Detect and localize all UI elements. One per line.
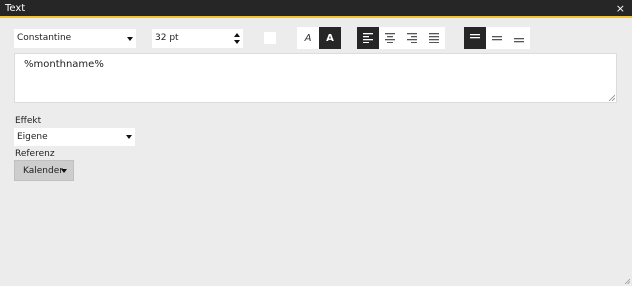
align-justify-icon xyxy=(429,33,439,43)
close-button[interactable]: × xyxy=(616,2,625,16)
font-style-group: A A xyxy=(297,27,341,49)
dialog-title: Text xyxy=(5,3,26,14)
bold-icon: A xyxy=(326,32,334,44)
referenz-button-label: Kalender xyxy=(23,166,63,176)
text-dialog: Text × Constantine 32 pt A A %monthname%… xyxy=(0,0,632,286)
font-family-value: Constantine xyxy=(17,33,72,43)
valign-top-button[interactable] xyxy=(464,27,486,49)
horizontal-align-group xyxy=(357,27,445,49)
align-right-icon xyxy=(407,33,417,43)
referenz-label: Referenz xyxy=(15,149,55,159)
valign-top-icon xyxy=(470,34,480,39)
align-center-button[interactable] xyxy=(379,27,401,49)
valign-middle-button[interactable] xyxy=(486,27,508,49)
text-color-swatch[interactable] xyxy=(264,32,276,44)
valign-middle-icon xyxy=(492,36,502,41)
font-size-stepper[interactable]: 32 pt xyxy=(152,29,243,48)
valign-bottom-button[interactable] xyxy=(508,27,530,49)
chevron-down-icon xyxy=(61,169,67,173)
chevron-down-icon xyxy=(127,37,133,41)
chevron-down-icon xyxy=(126,135,132,139)
font-family-select[interactable]: Constantine xyxy=(14,29,136,48)
font-size-value: 32 pt xyxy=(155,33,179,43)
text-content-input[interactable]: %monthname% xyxy=(14,53,617,103)
referenz-dropdown-button[interactable]: Kalender xyxy=(14,160,74,181)
bold-button[interactable]: A xyxy=(319,27,341,49)
title-bar: Text × xyxy=(0,0,632,18)
effekt-value: Eigene xyxy=(17,132,48,142)
effekt-select[interactable]: Eigene xyxy=(14,128,135,146)
italic-icon: A xyxy=(304,32,312,44)
resize-grip-icon[interactable] xyxy=(608,94,615,101)
valign-bottom-icon xyxy=(514,38,524,43)
italic-button[interactable]: A xyxy=(297,27,319,49)
text-content-value: %monthname% xyxy=(24,59,104,70)
increment-arrow-icon[interactable] xyxy=(234,33,240,37)
align-right-button[interactable] xyxy=(401,27,423,49)
align-left-icon xyxy=(363,33,373,43)
window-resize-grip-icon[interactable] xyxy=(624,278,630,284)
decrement-arrow-icon[interactable] xyxy=(234,40,240,44)
vertical-align-group xyxy=(464,27,530,49)
effekt-label: Effekt xyxy=(15,116,42,126)
align-center-icon xyxy=(385,33,395,43)
align-left-button[interactable] xyxy=(357,27,379,49)
align-justify-button[interactable] xyxy=(423,27,445,49)
